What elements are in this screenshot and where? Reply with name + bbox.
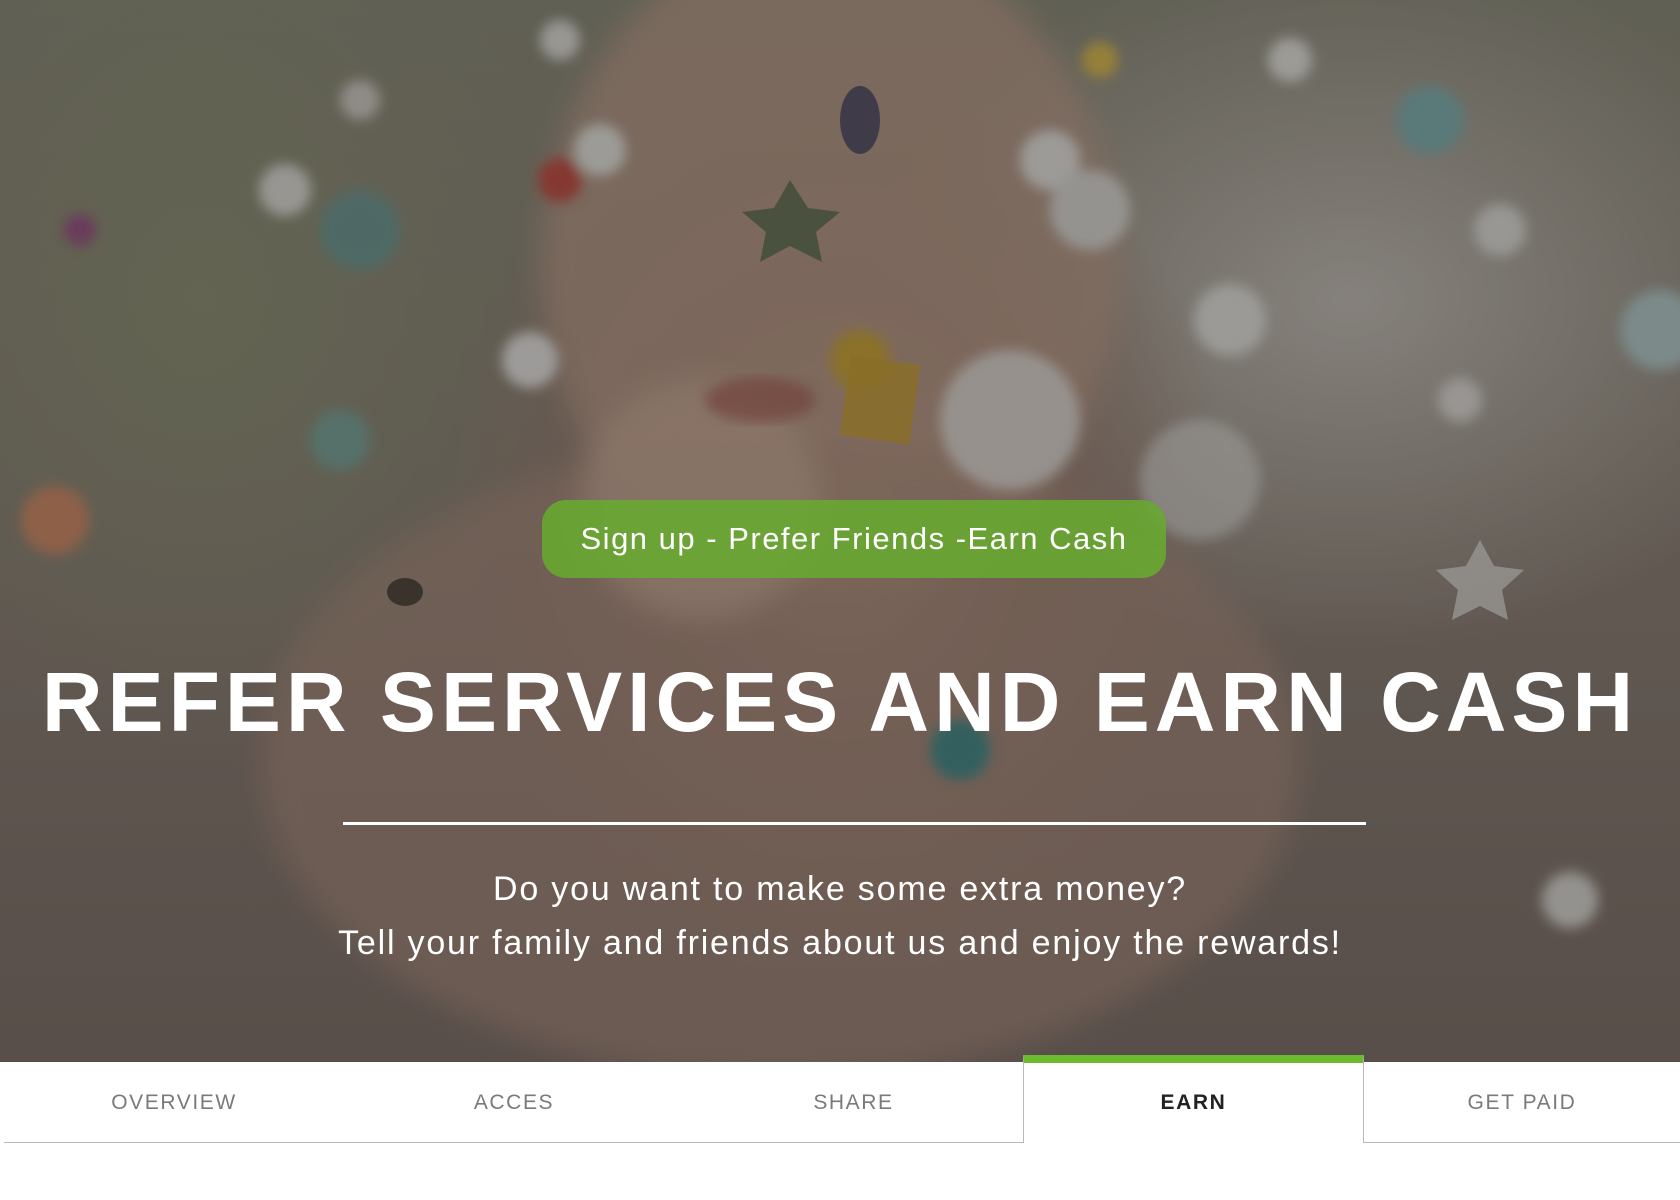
hero-subtitle-line2: Tell your family and friends about us an…: [338, 924, 1342, 962]
title-divider: [343, 822, 1366, 825]
tab-earn[interactable]: EARN: [1023, 1055, 1364, 1143]
hero-subtitle-line1: Do you want to make some extra money?: [492, 870, 1187, 908]
page-title: REFER SERVICES AND EARN CASH: [41, 655, 1639, 749]
tab-bar: OVERVIEW ACCES SHARE EARN GET PAID: [0, 1055, 1680, 1143]
tab-acces[interactable]: ACCES: [344, 1063, 684, 1142]
tab-overview[interactable]: OVERVIEW: [4, 1063, 344, 1142]
signup-cta-button[interactable]: Sign up - Prefer Friends -Earn Cash: [542, 500, 1166, 578]
hero-section: Sign up - Prefer Friends -Earn Cash REFE…: [0, 0, 1680, 1062]
tab-get-paid[interactable]: GET PAID: [1364, 1063, 1680, 1143]
tab-share[interactable]: SHARE: [684, 1063, 1023, 1142]
